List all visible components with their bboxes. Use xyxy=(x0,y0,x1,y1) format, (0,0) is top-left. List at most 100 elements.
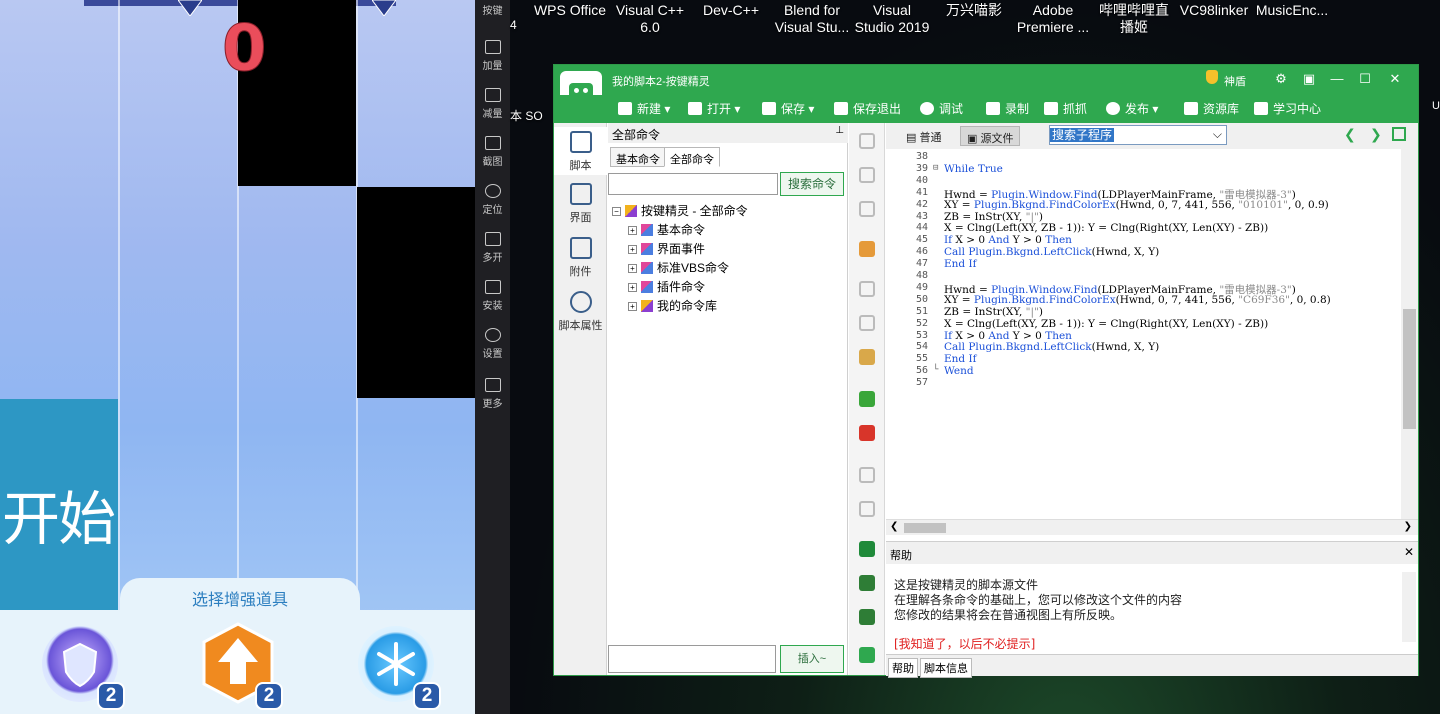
bookmark-icon[interactable] xyxy=(859,647,875,663)
learning-center-button[interactable]: 学习中心 xyxy=(1254,101,1321,117)
code-line[interactable]: Wend xyxy=(944,365,974,377)
desktop-icon-devcpp[interactable]: Dev-C++ xyxy=(691,2,771,19)
cut-icon[interactable] xyxy=(859,281,875,297)
code-line[interactable]: X = Clng(Left(XY, ZB - 1)): Y = Clng(Rig… xyxy=(944,222,1268,234)
screenshot-button[interactable]: 截图 xyxy=(475,136,510,168)
code-line[interactable]: XY = Plugin.Bkgnd.FindColorEx(Hwnd, 0, 7… xyxy=(944,294,1331,306)
settings-gear-icon[interactable]: ⚙ xyxy=(1272,71,1290,87)
desktop-icon-bilibili-live[interactable]: 哔哩哔哩直播姬 xyxy=(1094,2,1174,36)
copy-icon[interactable] xyxy=(859,315,875,331)
nav-forward-icon[interactable]: ❯ xyxy=(1370,126,1382,143)
view-normal-button[interactable]: ▤ 普通 xyxy=(900,126,947,146)
desktop-icon-vs2019[interactable]: Visual Studio 2019 xyxy=(852,2,932,36)
tree-item-basic[interactable]: + 基本命令 xyxy=(628,221,705,238)
code-line[interactable]: ZB = InStr(XY, "|") xyxy=(944,306,1043,318)
code-line[interactable]: End If xyxy=(944,353,977,365)
desktop-icon-wps[interactable]: WPS Office xyxy=(530,2,610,19)
nav-properties[interactable]: 脚本属性 xyxy=(554,289,607,333)
hand-icon[interactable] xyxy=(859,241,875,257)
nav-script[interactable]: 脚本 xyxy=(554,127,607,175)
nav-ui[interactable]: 界面 xyxy=(554,181,607,225)
skin-icon[interactable]: ▣ xyxy=(1300,71,1318,87)
desktop-icon-wondershare[interactable]: 万兴喵影 xyxy=(934,2,1014,19)
scroll-thumb[interactable] xyxy=(1403,309,1416,429)
subroutine-select[interactable]: 搜索子程序 ⌵ xyxy=(1049,125,1227,145)
close-button[interactable]: ✕ xyxy=(1386,71,1404,87)
tree-root[interactable]: − 按键精灵 - 全部命令 xyxy=(612,202,748,219)
publish-button[interactable]: 发布 ▾ xyxy=(1106,101,1158,117)
more-button[interactable]: 更多 xyxy=(475,378,510,410)
command-insert-input[interactable] xyxy=(608,645,776,673)
new-button[interactable]: 新建 ▾ xyxy=(618,101,670,117)
insert-button[interactable]: 插入~ xyxy=(780,645,844,673)
code-editor[interactable]: 38 39 ⊟ 40 41 42 43 44 45 46 47 48 49 50 51 52 53 54 55 56 └… xyxy=(886,149,1418,519)
desktop-icon-blend[interactable]: Blend for Visual Stu... xyxy=(772,2,852,36)
tree-item-vbs[interactable]: + 标准VBS命令 xyxy=(628,259,729,276)
black-tile[interactable] xyxy=(357,187,475,398)
comment-icon[interactable] xyxy=(859,391,875,407)
keymap-button[interactable]: 按键 xyxy=(475,2,510,17)
volume-up-button[interactable]: 加量 xyxy=(475,40,510,72)
tree-item-my-library[interactable]: + 我的命令库 xyxy=(628,297,717,314)
find-icon[interactable] xyxy=(859,575,875,591)
volume-down-button[interactable]: 减量 xyxy=(475,88,510,120)
location-button[interactable]: 定位 xyxy=(475,184,510,216)
maximize-button[interactable]: ☐ xyxy=(1356,71,1374,87)
code-line[interactable]: XY = Plugin.Bkgnd.FindColorEx(Hwnd, 0, 7… xyxy=(944,199,1329,211)
tab-script-info[interactable]: 脚本信息 xyxy=(920,658,972,678)
multi-instance-button[interactable]: 多开 xyxy=(475,232,510,264)
search-command-button[interactable]: 搜索命令 xyxy=(780,172,844,196)
close-icon[interactable]: ✕ xyxy=(1404,545,1414,559)
delete-icon[interactable] xyxy=(859,201,875,217)
pin-icon[interactable]: ⊥ xyxy=(835,125,844,136)
record-button[interactable]: 录制 xyxy=(986,101,1029,117)
nav-back-icon[interactable]: ❮ xyxy=(1344,126,1356,143)
desktop-icon-premiere[interactable]: Adobe Premiere ... xyxy=(1013,2,1093,36)
redo-icon[interactable] xyxy=(859,501,875,517)
tree-item-ui-events[interactable]: + 界面事件 xyxy=(628,240,705,257)
layout-icon[interactable] xyxy=(1392,127,1406,141)
code-line[interactable]: ZB = InStr(XY, "|") xyxy=(944,211,1043,223)
code-line[interactable]: Call Plugin.Bkgnd.LeftClick(Hwnd, X, Y) xyxy=(944,341,1159,353)
debug-button[interactable]: 调试 xyxy=(920,101,963,117)
code-line[interactable]: If X > 0 And Y > 0 Then xyxy=(944,330,1072,342)
replace-icon[interactable] xyxy=(859,609,875,625)
uncomment-icon[interactable] xyxy=(859,425,875,441)
move-down-icon[interactable] xyxy=(859,133,875,149)
goto-icon[interactable] xyxy=(859,541,875,557)
tab-basic-commands[interactable]: 基本命令 xyxy=(610,147,666,167)
shield-label[interactable]: 神盾 xyxy=(1224,73,1246,89)
dismiss-tip-link[interactable]: [我知道了，以后不必提示] xyxy=(894,635,1035,652)
code-line[interactable]: End If xyxy=(944,258,977,270)
nav-attachment[interactable]: 附件 xyxy=(554,235,607,279)
capture-button[interactable]: 抓抓 xyxy=(1044,101,1087,117)
desktop-icon-vc6[interactable]: Visual C++ 6.0 xyxy=(610,2,690,36)
tab-help[interactable]: 帮助 xyxy=(888,658,918,678)
scroll-right-icon[interactable]: ❯ xyxy=(1404,521,1412,532)
move-up-icon[interactable] xyxy=(859,167,875,183)
help-scrollbar[interactable] xyxy=(1402,572,1416,642)
resource-library-button[interactable]: 资源库 xyxy=(1184,101,1239,117)
command-search-input[interactable] xyxy=(608,173,778,195)
editor-vertical-scrollbar[interactable] xyxy=(1401,149,1418,519)
undo-icon[interactable] xyxy=(859,467,875,483)
fold-marker[interactable]: ⊟ xyxy=(933,163,942,173)
code-line[interactable]: Call Plugin.Bkgnd.LeftClick(Hwnd, X, Y) xyxy=(944,246,1159,258)
code-line[interactable]: While True xyxy=(944,163,1003,175)
start-label[interactable]: 开始 xyxy=(2,472,116,556)
desktop-icon-musicenc[interactable]: MusicEnc... xyxy=(1252,2,1332,19)
save-exit-button[interactable]: 保存退出 xyxy=(834,101,901,117)
settings-button[interactable]: 设置 xyxy=(475,328,510,360)
install-button[interactable]: 安装 xyxy=(475,280,510,312)
view-source-button[interactable]: ▣ 源文件 xyxy=(960,126,1021,146)
save-button[interactable]: 保存 ▾ xyxy=(762,101,814,117)
tab-all-commands[interactable]: 全部命令 xyxy=(664,147,720,167)
tree-item-plugin[interactable]: + 插件命令 xyxy=(628,278,705,295)
code-line[interactable]: If X > 0 And Y > 0 Then xyxy=(944,234,1072,246)
scroll-thumb[interactable] xyxy=(904,523,946,533)
paste-icon[interactable] xyxy=(859,349,875,365)
minimize-button[interactable]: — xyxy=(1328,71,1346,86)
editor-horizontal-scrollbar[interactable]: ❮ ❯ xyxy=(886,519,1418,535)
desktop-icon-vc98linker[interactable]: VC98linker xyxy=(1174,2,1254,19)
scroll-left-icon[interactable]: ❮ xyxy=(890,521,898,532)
